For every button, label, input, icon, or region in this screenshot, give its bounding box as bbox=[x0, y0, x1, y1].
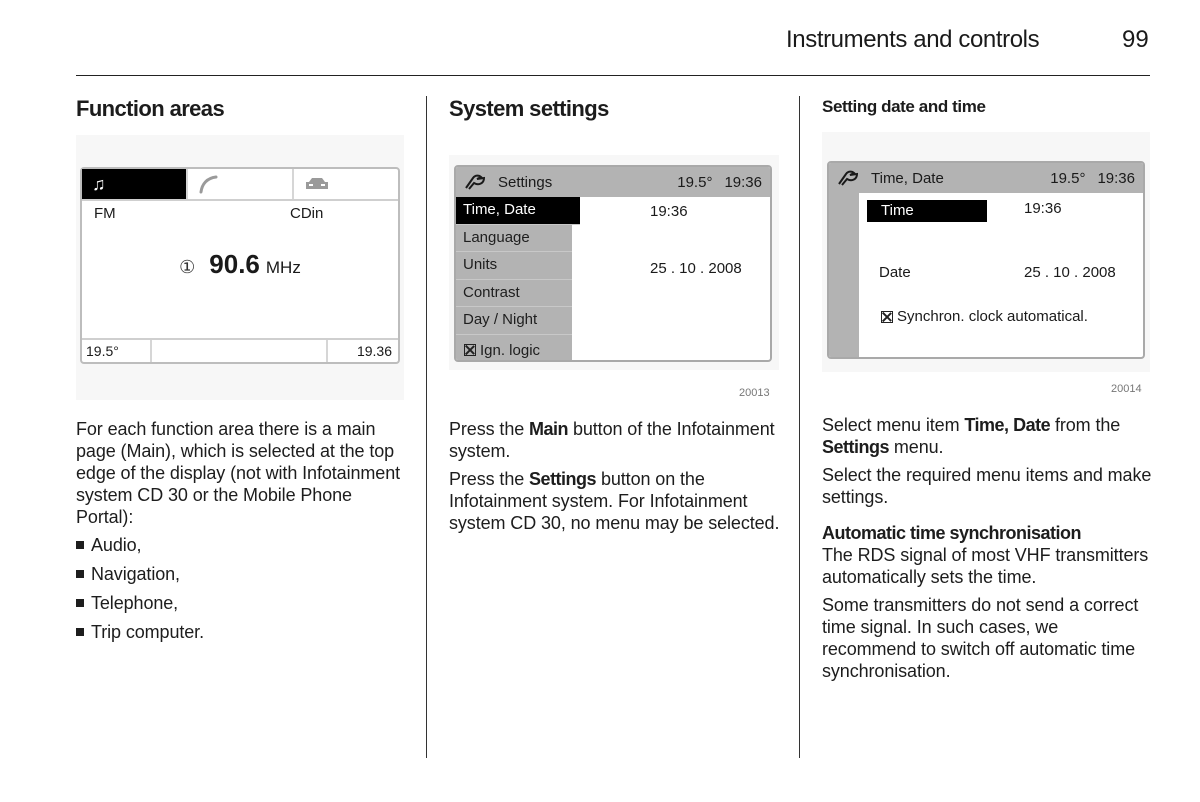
menu-item-date[interactable]: Date bbox=[879, 264, 911, 281]
header-temperature: 19.5° bbox=[677, 173, 713, 191]
display-header: Settings 19.5° 19:36 bbox=[456, 167, 770, 197]
paragraph: Select menu item Time, Date from the Set… bbox=[822, 415, 1121, 457]
sync-clock-option[interactable]: Synchron. clock automatical. bbox=[881, 308, 1088, 325]
menu-item-time[interactable]: Time bbox=[867, 200, 987, 222]
settings-menu: Time, Date Language Units Contrast Day /… bbox=[456, 197, 580, 361]
paragraph: Some transmitters do not send a correct … bbox=[822, 595, 1139, 681]
list-item: Telephone, bbox=[76, 592, 406, 614]
frequency-unit: MHz bbox=[265, 258, 301, 277]
column-divider bbox=[799, 96, 800, 758]
checkbox-checked-icon[interactable] bbox=[464, 344, 476, 357]
menu-item-contrast[interactable]: Contrast bbox=[456, 280, 572, 307]
menu-item-ign-logic[interactable]: Ign. logic bbox=[456, 335, 572, 361]
header-clock: 19:36 bbox=[724, 173, 762, 191]
paragraph: Press the Main button of the Infotainmen… bbox=[449, 419, 775, 461]
source-label-cdin: CDin bbox=[290, 205, 324, 222]
source-label-fm: FM bbox=[94, 205, 116, 222]
function-tabs: ♫ bbox=[82, 169, 398, 201]
section-title-function-areas: Function areas bbox=[76, 96, 225, 121]
date-value: 25 . 10 . 2008 bbox=[650, 260, 742, 277]
paragraph: For each function area there is a main p… bbox=[76, 419, 401, 527]
preset-number: ① bbox=[179, 257, 196, 277]
frequency-value: 90.6 bbox=[209, 249, 260, 279]
menu-item-language[interactable]: Language bbox=[456, 225, 572, 252]
figure-number: 20014 bbox=[1111, 383, 1142, 395]
car-icon bbox=[306, 178, 328, 189]
settings-display: Settings 19.5° 19:36 Time, Date Language… bbox=[454, 165, 772, 362]
display-side-bar bbox=[829, 193, 859, 357]
tab-telephone[interactable] bbox=[188, 169, 294, 199]
list-item: Audio, bbox=[76, 534, 406, 556]
header-rule bbox=[76, 75, 1150, 76]
section-title-system-settings: System settings bbox=[449, 96, 609, 121]
infotainment-display-main: ♫ FM CDin ① 90.6 MHz 19.5° 19.36 bbox=[80, 167, 400, 364]
paragraph: Press the Settings button on the Infotai… bbox=[449, 469, 780, 533]
wrench-icon bbox=[838, 170, 859, 186]
menu-item-time-date[interactable]: Time, Date bbox=[456, 197, 580, 225]
time-value: 19:36 bbox=[1024, 200, 1062, 217]
display-title: Time, Date bbox=[871, 169, 944, 187]
date-value: 25 . 10 . 2008 bbox=[1024, 264, 1116, 281]
subheading-auto-sync: Automatic time synchronisation bbox=[822, 523, 1082, 543]
music-note-icon: ♫ bbox=[92, 173, 106, 194]
running-header-title: Instruments and controls bbox=[786, 26, 1040, 53]
time-value: 19:36 bbox=[650, 203, 688, 220]
paragraph: The RDS signal of most VHF transmitters … bbox=[822, 545, 1149, 587]
col1-body: For each function area there is a main p… bbox=[76, 418, 406, 650]
time-date-display: Time, Date 19.5° 19:36 Time 19:36 Date 2… bbox=[827, 161, 1145, 359]
outside-temperature: 19.5° bbox=[82, 340, 152, 362]
column-divider bbox=[426, 96, 427, 758]
tab-audio[interactable]: ♫ bbox=[82, 169, 188, 199]
list-item: Navigation, bbox=[76, 563, 406, 585]
checkbox-checked-icon[interactable] bbox=[881, 310, 893, 323]
phone-icon bbox=[199, 175, 218, 194]
menu-item-day-night[interactable]: Day / Night bbox=[456, 307, 572, 335]
paragraph: Select the required menu items and make … bbox=[822, 465, 1152, 507]
header-temperature: 19.5° bbox=[1050, 169, 1086, 187]
figure-number: 20013 bbox=[739, 387, 770, 399]
wrench-icon bbox=[465, 174, 486, 190]
status-bar: 19.5° 19.36 bbox=[82, 338, 398, 362]
display-title: Settings bbox=[498, 173, 553, 191]
menu-item-units[interactable]: Units bbox=[456, 252, 572, 280]
status-middle bbox=[152, 340, 328, 362]
function-area-list: Audio, Navigation, Telephone, Trip compu… bbox=[76, 534, 406, 643]
tab-trip-computer[interactable] bbox=[294, 169, 398, 199]
header-clock: 19:36 bbox=[1097, 169, 1135, 187]
frequency-readout: ① 90.6 MHz bbox=[82, 249, 398, 280]
page-number: 99 bbox=[1122, 26, 1149, 53]
col2-body: Press the Main button of the Infotainmen… bbox=[449, 418, 784, 540]
clock: 19.36 bbox=[356, 343, 392, 359]
display-header: Time, Date 19.5° 19:36 bbox=[829, 163, 1143, 193]
list-item: Trip computer. bbox=[76, 621, 406, 643]
section-title-date-time: Setting date and time bbox=[822, 97, 986, 116]
col3-body: Select menu item Time, Date from the Set… bbox=[822, 414, 1157, 688]
